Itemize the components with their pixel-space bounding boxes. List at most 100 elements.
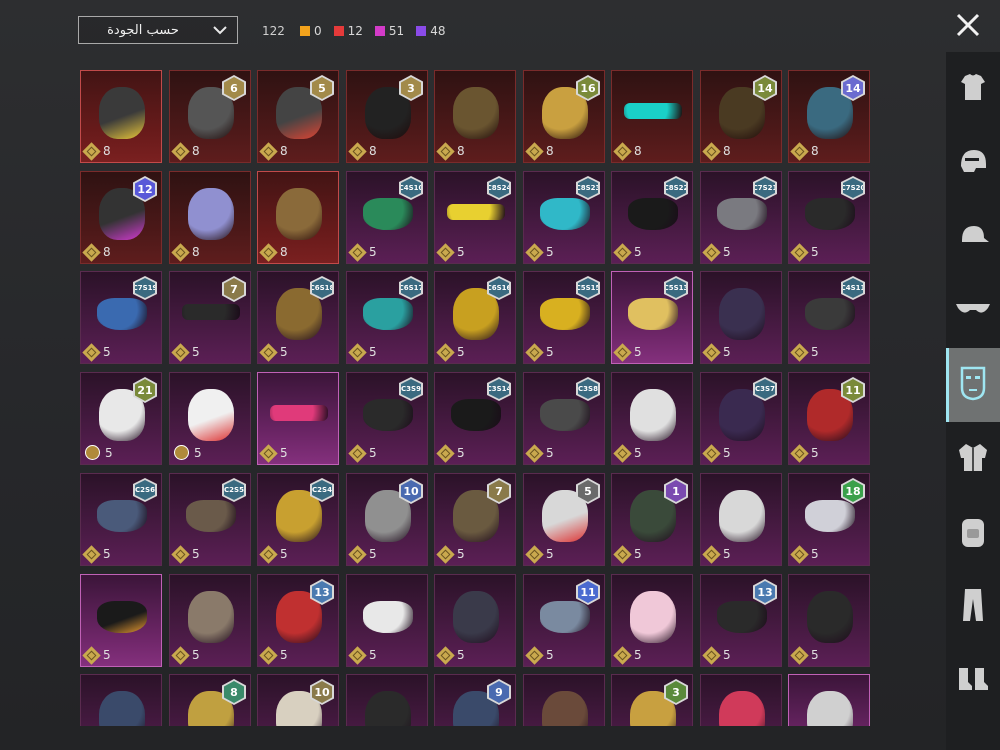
item-card[interactable]: 18 5 bbox=[788, 473, 870, 566]
pants-icon bbox=[960, 587, 986, 627]
coin-icon bbox=[171, 342, 190, 362]
item-card[interactable]: 11 5 bbox=[523, 574, 605, 667]
item-card[interactable]: C6S17 5 bbox=[346, 271, 428, 364]
jacket-icon bbox=[956, 440, 990, 478]
item-card[interactable]: 16 8 bbox=[523, 70, 605, 163]
item-card[interactable]: 8 bbox=[169, 674, 251, 726]
item-card[interactable]: C7S20 5 bbox=[788, 171, 870, 264]
item-cost: 5 bbox=[790, 645, 819, 665]
item-card[interactable]: 5 bbox=[169, 574, 251, 667]
cost-value: 8 bbox=[457, 144, 465, 158]
item-card[interactable]: 10 bbox=[257, 674, 339, 726]
item-card[interactable]: 5 bbox=[80, 574, 162, 667]
item-card[interactable] bbox=[788, 674, 870, 726]
item-card[interactable]: 8 bbox=[257, 171, 339, 264]
sort-dropdown[interactable]: حسب الجودة bbox=[78, 16, 238, 44]
sidebar-item-mask[interactable] bbox=[946, 348, 1000, 422]
item-card[interactable]: C7S19 5 bbox=[80, 271, 162, 364]
item-card[interactable]: C6S18 5 bbox=[257, 271, 339, 364]
item-card[interactable]: C5S13 5 bbox=[611, 271, 693, 364]
item-card[interactable] bbox=[346, 674, 428, 726]
item-card[interactable]: 14 8 bbox=[700, 70, 782, 163]
item-card[interactable]: 21 5 bbox=[80, 372, 162, 465]
item-card[interactable]: 38 bbox=[346, 70, 428, 163]
item-card[interactable]: 75 bbox=[434, 473, 516, 566]
item-card[interactable]: C3S7 5 bbox=[700, 372, 782, 465]
item-card[interactable]: 9 bbox=[434, 674, 516, 726]
item-card[interactable]: 11 5 bbox=[788, 372, 870, 465]
item-card[interactable]: 68 bbox=[169, 70, 251, 163]
sidebar-item-backpack[interactable] bbox=[946, 496, 1000, 570]
item-card[interactable]: C7S21 5 bbox=[700, 171, 782, 264]
item-image bbox=[97, 500, 147, 532]
sidebar-item-helmet[interactable] bbox=[946, 126, 1000, 200]
item-card[interactable]: C5S15 5 bbox=[523, 271, 605, 364]
coin-icon bbox=[790, 242, 809, 262]
item-card[interactable]: 5 bbox=[788, 574, 870, 667]
item-card[interactable]: 5 bbox=[611, 574, 693, 667]
item-card[interactable]: 14 8 bbox=[788, 70, 870, 163]
item-card[interactable]: 8 bbox=[80, 70, 162, 163]
item-card[interactable]: C8S24 5 bbox=[434, 171, 516, 264]
sidebar-item-jacket[interactable] bbox=[946, 422, 1000, 496]
item-card[interactable]: C3S14 5 bbox=[434, 372, 516, 465]
badge-label: 13 bbox=[755, 581, 775, 603]
item-card[interactable]: C2S6 5 bbox=[80, 473, 162, 566]
item-image bbox=[97, 298, 147, 330]
item-card[interactable]: 10 5 bbox=[346, 473, 428, 566]
coin-icon bbox=[174, 445, 189, 460]
item-card[interactable]: 13 5 bbox=[700, 574, 782, 667]
item-card[interactable]: C3S8 5 bbox=[523, 372, 605, 465]
cost-value: 5 bbox=[811, 345, 819, 359]
item-card[interactable]: C4S10 5 bbox=[346, 171, 428, 264]
item-card[interactable]: 5 bbox=[434, 574, 516, 667]
item-card[interactable]: C6S16 5 bbox=[434, 271, 516, 364]
item-image bbox=[188, 591, 234, 643]
item-cost: 8 bbox=[525, 141, 554, 161]
cap-icon bbox=[956, 218, 990, 256]
item-card[interactable]: 5 bbox=[257, 372, 339, 465]
item-card[interactable]: 13 5 bbox=[257, 574, 339, 667]
item-card[interactable] bbox=[700, 674, 782, 726]
item-cost: 5 bbox=[525, 645, 554, 665]
item-card[interactable]: C8S23 5 bbox=[523, 171, 605, 264]
item-card[interactable]: 5 bbox=[346, 574, 428, 667]
item-card[interactable]: 15 bbox=[611, 473, 693, 566]
item-card[interactable]: C2S4 5 bbox=[257, 473, 339, 566]
badge-label: C5S15 bbox=[578, 278, 598, 298]
item-image bbox=[630, 591, 676, 643]
item-card[interactable]: 55 bbox=[523, 473, 605, 566]
item-card[interactable]: C4S11 5 bbox=[788, 271, 870, 364]
item-card[interactable]: 5 bbox=[700, 473, 782, 566]
sidebar-item-pants[interactable] bbox=[946, 570, 1000, 644]
item-card[interactable] bbox=[80, 674, 162, 726]
item-cost: 5 bbox=[171, 342, 200, 362]
item-card[interactable]: 58 bbox=[257, 70, 339, 163]
item-card[interactable]: C8S22 5 bbox=[611, 171, 693, 264]
season-badge: C6S17 bbox=[399, 276, 423, 300]
item-card[interactable]: 8 bbox=[611, 70, 693, 163]
item-card[interactable]: 8 bbox=[434, 70, 516, 163]
item-card[interactable]: 3 bbox=[611, 674, 693, 726]
item-card[interactable]: 8 bbox=[169, 171, 251, 264]
season-badge: C5S15 bbox=[576, 276, 600, 300]
sidebar-item-glasses[interactable] bbox=[946, 274, 1000, 348]
item-card[interactable]: 5 bbox=[169, 372, 251, 465]
item-card[interactable]: 12 8 bbox=[80, 171, 162, 264]
item-cost: 8 bbox=[613, 141, 642, 161]
coin-icon bbox=[436, 645, 455, 665]
sidebar-item-shoes[interactable] bbox=[946, 644, 1000, 718]
item-cost: 5 bbox=[82, 544, 111, 564]
item-image bbox=[719, 490, 765, 542]
item-card[interactable]: 5 bbox=[611, 372, 693, 465]
item-card[interactable]: 75 bbox=[169, 271, 251, 364]
item-card[interactable]: C3S9 5 bbox=[346, 372, 428, 465]
item-card[interactable] bbox=[523, 674, 605, 726]
sidebar-item-cap[interactable] bbox=[946, 200, 1000, 274]
item-cost: 5 bbox=[790, 342, 819, 362]
item-card[interactable]: 5 bbox=[700, 271, 782, 364]
item-image bbox=[805, 298, 855, 330]
item-card[interactable]: C2S5 5 bbox=[169, 473, 251, 566]
close-icon[interactable] bbox=[952, 9, 984, 41]
sidebar-item-outfit[interactable] bbox=[946, 52, 1000, 126]
